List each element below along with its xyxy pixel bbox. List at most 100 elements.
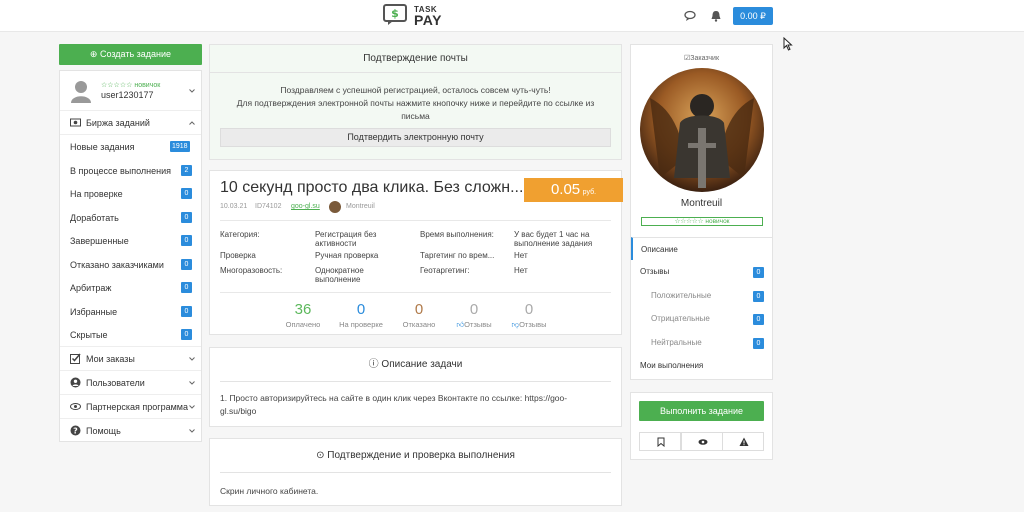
divider [220,220,611,221]
chevron-down-icon [189,381,195,385]
do-task-button[interactable]: Выполнить задание [639,401,764,421]
description-text: 1. Просто авторизируйтесь на сайте в оди… [220,393,568,403]
description-header: ⓘ Описание задачи [210,348,621,381]
count-badge: 0 [181,211,192,223]
sidebar-item-rejected[interactable]: Отказано заказчиками 0 [60,253,201,277]
sidebar-item-on-review[interactable]: На проверке 0 [60,182,201,206]
sidebar-item-completed[interactable]: Завершенные 0 [60,229,201,253]
count-badge: 0 [753,314,764,325]
sidebar-section-label: Помощь [86,426,121,436]
count-badge: 0 [181,305,192,317]
sidebar: ☆☆☆☆☆ новичок user1230177 Биржа заданий … [59,70,202,442]
tab-negative-reviews[interactable]: Отрицательные 0 [631,307,772,330]
sidebar-item-label: Доработать [70,212,119,223]
logo-pay-text: PAY [414,12,442,28]
hide-button[interactable] [681,432,723,451]
divider [220,472,611,473]
description-text: gl.su/bigo [220,406,257,416]
chat-icon[interactable] [684,10,698,22]
customer-name[interactable]: Montreuil [631,198,772,209]
count-badge: 0 [753,291,764,302]
tab-description[interactable]: Описание [631,237,772,260]
create-task-button[interactable]: ⊕ Создать задание [59,44,202,65]
stat-review-value: 0 [356,301,366,318]
verification-header: ⊙ Подтверждение и проверка выполнения [210,439,621,472]
task-author[interactable]: Montreuil [346,203,375,210]
task-price: 0.05 руб. [524,178,623,202]
sidebar-item-label: Новые задания [70,142,135,152]
task-domain-link[interactable]: goo-gl.su [291,203,320,210]
chevron-down-icon [189,357,195,361]
sidebar-section-users[interactable]: Пользователи [60,371,201,395]
sidebar-item-favorites[interactable]: Избранные 0 [60,300,201,324]
customer-avatar[interactable] [640,68,764,192]
count-badge: 0 [753,338,764,349]
count-badge: 0 [181,282,192,293]
user-profile[interactable]: ☆☆☆☆☆ новичок user1230177 [60,71,201,111]
sidebar-section-my-orders[interactable]: Мои заказы [60,347,201,371]
warning-icon [739,437,749,446]
tab-label: Мои выполнения [640,361,704,370]
count-badge: 0 [181,258,192,270]
detail-value: выполнение [315,275,361,284]
sidebar-item-in-progress[interactable]: В процессе выполнения 2 [60,159,201,183]
bookmark-button[interactable] [639,432,681,451]
plus-circle-icon: ⊕ [89,49,100,59]
sidebar-item-label: На проверке [70,189,123,199]
bookmark-icon [657,437,665,447]
sidebar-section-exchange[interactable]: Биржа заданий [60,111,201,135]
stat-label: Отзывы [519,320,547,329]
eye-icon [70,403,81,410]
task-description-panel: ⓘ Описание задачи 1. Просто авторизируйт… [209,347,622,427]
thumbs-down-icon: 👎︎ [511,320,520,329]
sidebar-item-new-tasks[interactable]: Новые задания 1918 [60,135,201,159]
email-confirmation-text: письма [401,111,430,121]
sidebar-section-partner-program[interactable]: Партнерская программа [60,395,201,419]
tab-neutral-reviews[interactable]: Нейтральные 0 [631,331,772,354]
tab-label: Положительные [651,291,712,300]
task-title: 10 секунд просто два клика. Без сложн... [220,179,524,196]
task-id: ID74102 [255,203,282,210]
question-circle-icon: ? [70,425,81,436]
tab-positive-reviews[interactable]: Положительные 0 [631,284,772,307]
author-avatar[interactable] [329,201,341,213]
count-badge: 1918 [170,141,190,152]
avatar [71,81,91,103]
detail-value: Ручная проверка [315,251,379,260]
balance-button[interactable]: 0.00 ₽ [733,7,773,25]
detail-value: выполнение задания [514,239,593,248]
confirm-email-button[interactable]: Подтвердить электронную почту [220,128,611,147]
customer-label: ☑Заказчик [631,54,772,62]
detail-label: Геотаргетинг: [420,266,470,275]
report-button[interactable] [722,432,764,451]
tab-reviews[interactable]: Отзывы 0 [631,260,772,283]
email-confirmation-text: Для подтверждения электронной почты нажм… [236,98,595,108]
sidebar-section-label: Партнерская программа [86,402,188,412]
user-rank: ☆☆☆☆☆ новичок [101,82,161,89]
count-badge: 0 [181,188,192,199]
taskpay-logo[interactable]: $ TASK PAY [383,3,443,29]
bell-icon[interactable] [709,10,723,22]
info-circle-icon: ⓘ [368,359,382,370]
check-circle-icon: ⊙ [316,450,328,461]
sidebar-item-hidden[interactable]: Скрытые 0 [60,323,201,347]
tab-my-completions[interactable]: Мои выполнения [631,354,772,377]
sidebar-item-label: Отказано заказчиками [70,259,164,270]
sidebar-item-arbitration[interactable]: Арбитраж 0 [60,276,201,300]
verification-text: Скрин личного кабинета. [220,486,319,496]
stat-label: Отзывы [464,320,492,329]
sidebar-item-label: Завершенные [70,236,129,246]
sidebar-item-rework[interactable]: Доработать 0 [60,206,201,230]
detail-value: Нет [514,251,528,260]
sidebar-item-label: В процессе выполнения [70,165,171,176]
svg-text:?: ? [73,426,78,435]
detail-value: активности [315,239,357,248]
count-badge: 0 [181,235,192,246]
count-badge: 0 [753,267,764,278]
sidebar-item-label: Избранные [70,306,118,317]
stat-positive-reviews-value: 0 [469,301,479,318]
price-value: 0.05 [550,181,581,198]
sidebar-section-help[interactable]: ? Помощь [60,419,201,443]
email-confirmation-title: Подтверждение почты [210,45,621,73]
detail-label: Категория: [220,230,260,239]
